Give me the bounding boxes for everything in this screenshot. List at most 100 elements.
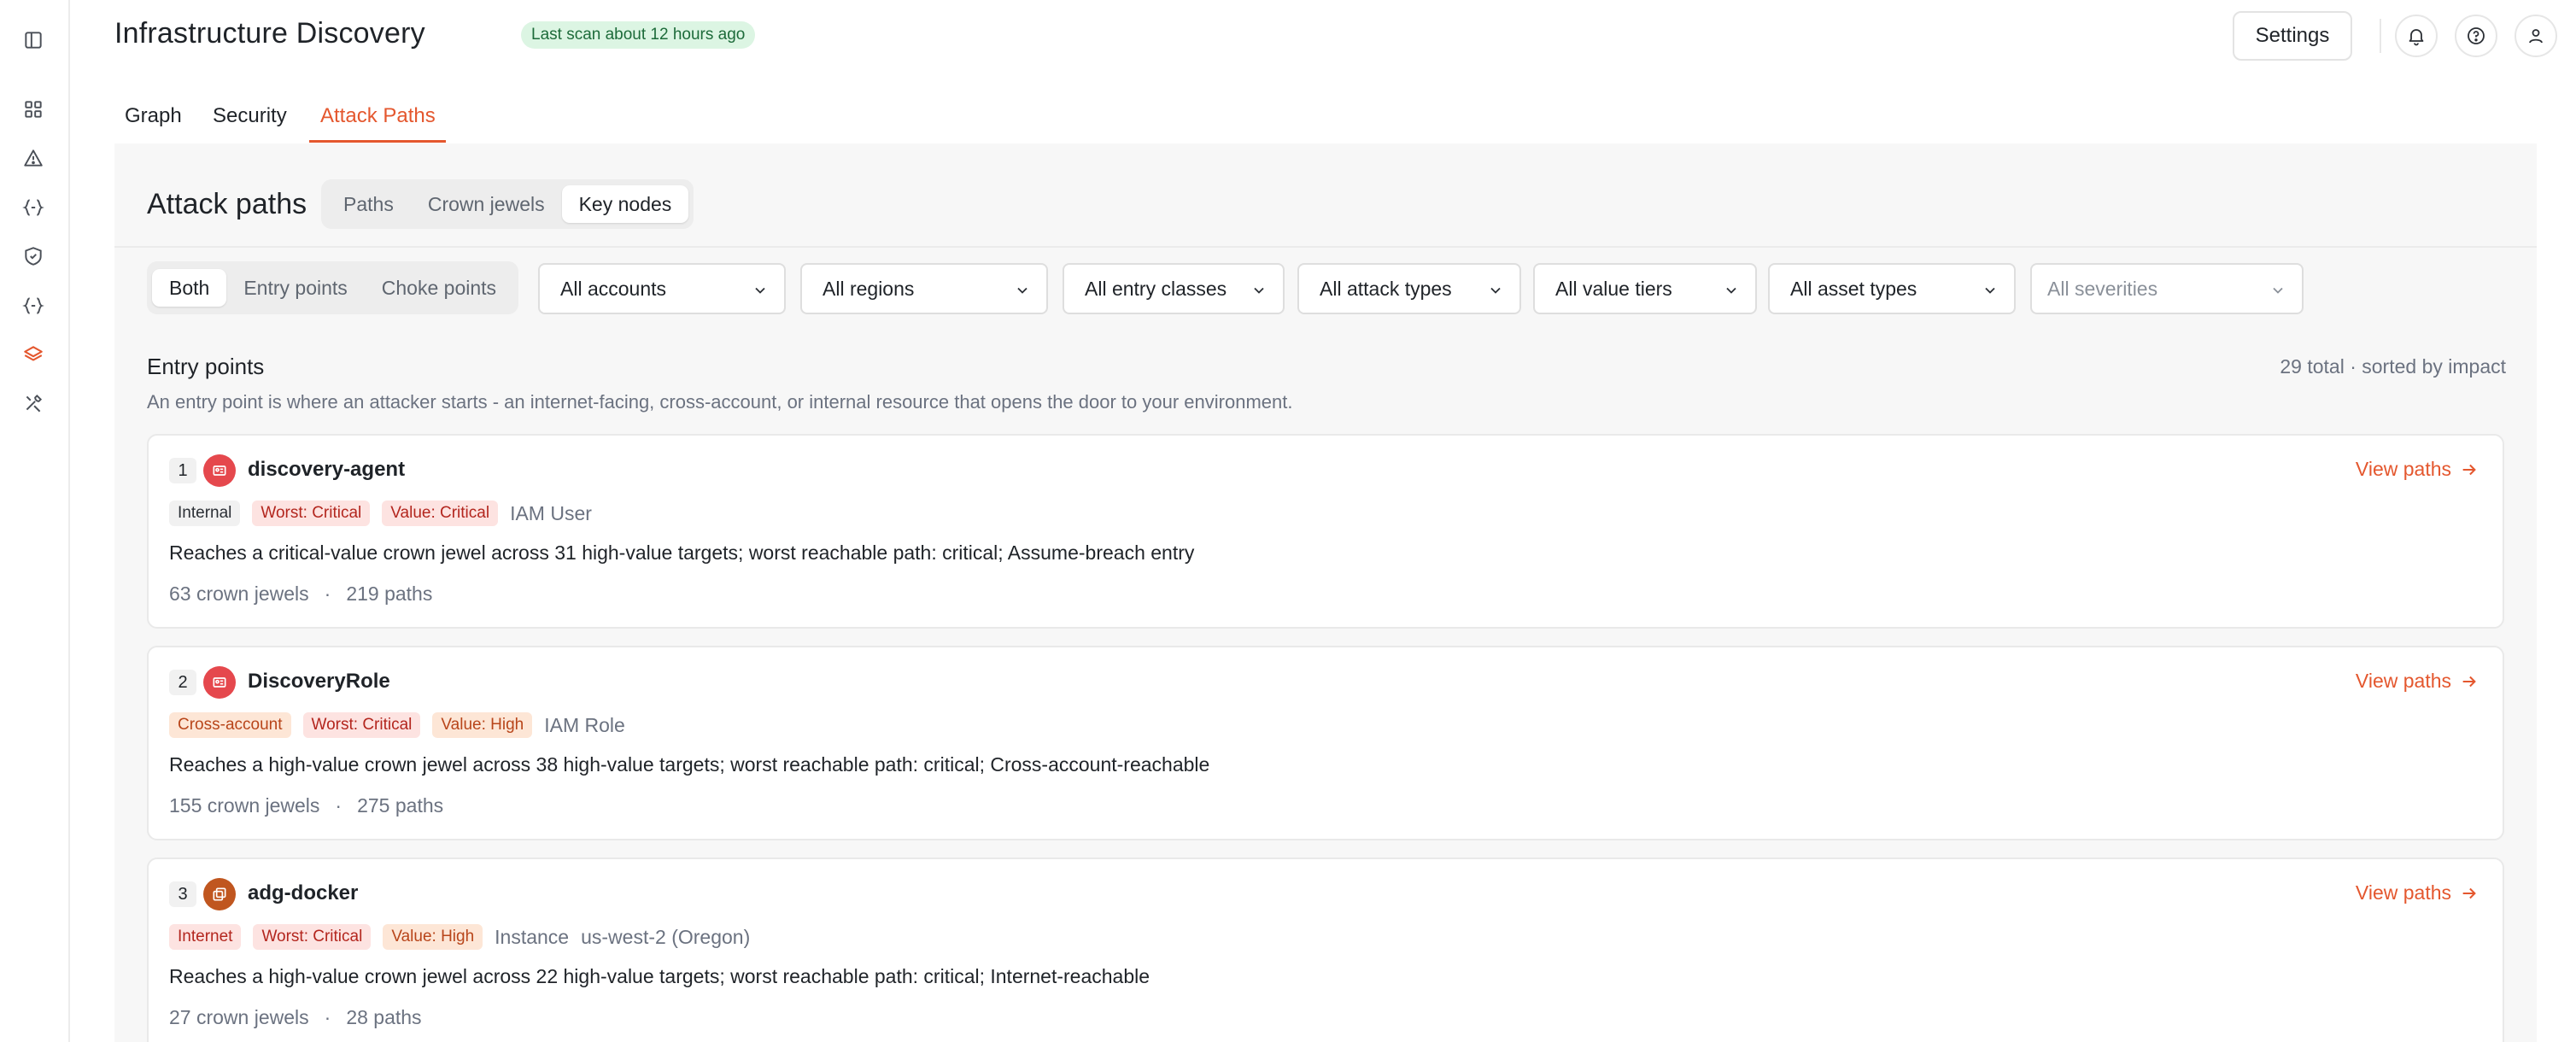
paths-count: 275 paths <box>357 794 444 817</box>
value-tiers-filter-label: All value tiers <box>1555 277 1672 300</box>
node-counts: 63 crown jewels · 219 paths <box>169 582 432 606</box>
mode-segmented-control: Both Entry points Choke points <box>147 261 519 314</box>
resource-region: us-west-2 (Oregon) <box>581 925 751 948</box>
node-tags: Internal Worst: Critical Value: Critical… <box>169 501 592 526</box>
worst-severity-tag: Worst: Critical <box>302 712 421 738</box>
instance-icon <box>203 878 236 910</box>
exposure-tag: Cross-account <box>169 712 291 738</box>
resource-type: IAM User <box>510 501 592 524</box>
panel-header: Attack paths Paths Crown jewels Key node… <box>114 143 2537 248</box>
help-circle-icon <box>2468 27 2485 44</box>
chevron-down-icon <box>1490 287 1501 294</box>
entry-classes-filter-label: All entry classes <box>1085 277 1227 300</box>
rank-badge: 3 <box>169 881 196 907</box>
value-tier-tag: Value: Critical <box>382 501 499 526</box>
entry-point-card[interactable]: 1 discovery-agent Internal Worst: Critic… <box>147 434 2504 629</box>
iam-role-icon <box>203 666 236 699</box>
crown-jewels-count: 27 crown jewels <box>169 1006 309 1028</box>
entry-points-heading: Entry points <box>147 354 265 379</box>
notifications-button[interactable] <box>2395 15 2438 57</box>
shield-icon[interactable] <box>20 243 46 269</box>
user-menu-button[interactable] <box>2515 15 2557 57</box>
code-braces-icon[interactable] <box>20 293 46 319</box>
worst-severity-tag: Worst: Critical <box>253 924 372 950</box>
chevron-down-icon <box>1985 287 1995 294</box>
accounts-filter-label: All accounts <box>560 277 667 300</box>
view-segmented-control: Paths Crown jewels Key nodes <box>321 179 694 229</box>
mode-option-choke-points[interactable]: Choke points <box>365 269 513 307</box>
chevron-down-icon <box>755 287 765 294</box>
mode-option-entry-points[interactable]: Entry points <box>226 269 364 307</box>
arrow-right-icon <box>2462 887 2476 899</box>
node-name: DiscoveryRole <box>248 670 390 693</box>
help-button[interactable] <box>2455 15 2497 57</box>
top-header: Infrastructure Discovery Last scan about… <box>70 0 2576 75</box>
node-summary: Reaches a critical-value crown jewel acr… <box>169 541 1195 564</box>
tab-graph[interactable]: Graph <box>125 104 182 142</box>
iam-user-icon <box>203 454 236 487</box>
paths-count: 219 paths <box>346 582 433 605</box>
entry-point-card[interactable]: 2 DiscoveryRole Cross-account Worst: Cri… <box>147 646 2504 840</box>
exposure-tag: Internet <box>169 924 242 950</box>
count-separator: · <box>324 1006 331 1028</box>
code-braces-icon[interactable] <box>20 195 46 220</box>
arrow-right-icon <box>2462 464 2476 475</box>
last-scan-badge: Last scan about 12 hours ago <box>521 21 756 49</box>
accounts-filter[interactable]: All accounts <box>538 263 786 314</box>
count-separator: · <box>324 582 331 605</box>
crown-jewels-count: 155 crown jewels <box>169 794 320 817</box>
view-paths-label: View paths <box>2355 458 2451 480</box>
node-tags: Internet Worst: Critical Value: High Ins… <box>169 924 750 950</box>
panel-toggle-icon[interactable] <box>20 27 46 53</box>
attack-types-filter[interactable]: All attack types <box>1297 263 1521 314</box>
dashboard-icon[interactable] <box>20 97 46 122</box>
value-tier-tag: Value: High <box>432 712 533 738</box>
severities-filter[interactable]: All severities <box>2030 263 2304 314</box>
rank-badge: 1 <box>169 458 196 483</box>
main-tabs: Graph Security Attack Paths <box>70 94 2576 143</box>
view-option-key-nodes[interactable]: Key nodes <box>561 185 689 223</box>
header-divider <box>2380 19 2381 53</box>
view-paths-link[interactable]: View paths <box>2356 670 2479 693</box>
entry-classes-filter[interactable]: All entry classes <box>1063 263 1285 314</box>
attack-paths-panel: Attack paths Paths Crown jewels Key node… <box>114 143 2537 1042</box>
resource-type: Instance <box>495 925 570 948</box>
node-counts: 155 crown jewels · 275 paths <box>169 794 443 817</box>
view-paths-link[interactable]: View paths <box>2356 458 2479 481</box>
view-paths-label: View paths <box>2355 670 2451 692</box>
worst-severity-tag: Worst: Critical <box>252 501 371 526</box>
view-paths-link[interactable]: View paths <box>2356 881 2479 904</box>
page-title: Infrastructure Discovery <box>114 17 425 50</box>
asset-types-filter-label: All asset types <box>1790 277 1917 300</box>
node-counts: 27 crown jewels · 28 paths <box>169 1006 422 1029</box>
asset-types-filter[interactable]: All asset types <box>1768 263 2016 314</box>
view-option-crown-jewels[interactable]: Crown jewels <box>411 185 562 223</box>
alert-triangle-icon[interactable] <box>20 145 46 171</box>
layers-icon[interactable] <box>20 342 46 367</box>
settings-button[interactable]: Settings <box>2233 11 2352 61</box>
entry-point-card[interactable]: 3 adg-docker Internet Worst: Critical Va… <box>147 858 2504 1042</box>
node-tags: Cross-account Worst: Critical Value: Hig… <box>169 712 625 738</box>
chevron-down-icon <box>1017 287 1027 294</box>
chevron-down-icon <box>1254 287 1264 294</box>
tools-icon[interactable] <box>20 390 46 416</box>
regions-filter-label: All regions <box>823 277 915 300</box>
left-sidebar <box>0 0 70 1042</box>
node-name: discovery-agent <box>248 458 406 481</box>
filters-bar: Both Entry points Choke points All accou… <box>114 261 2537 323</box>
paths-count: 28 paths <box>346 1006 422 1028</box>
mode-option-both[interactable]: Both <box>152 269 227 307</box>
attack-types-filter-label: All attack types <box>1320 277 1452 300</box>
resource-type: IAM Role <box>544 713 625 736</box>
entry-points-total: 29 total · sorted by impact <box>2280 355 2506 378</box>
bell-icon <box>2409 29 2424 46</box>
view-option-paths[interactable]: Paths <box>326 185 411 223</box>
value-tiers-filter[interactable]: All value tiers <box>1533 263 1757 314</box>
tab-security[interactable]: Security <box>213 104 287 142</box>
exposure-tag: Internal <box>169 501 241 526</box>
tab-attack-paths[interactable]: Attack Paths <box>320 104 436 142</box>
arrow-right-icon <box>2462 676 2476 687</box>
count-separator: · <box>335 794 342 817</box>
crown-jewels-count: 63 crown jewels <box>169 582 309 605</box>
regions-filter[interactable]: All regions <box>800 263 1048 314</box>
